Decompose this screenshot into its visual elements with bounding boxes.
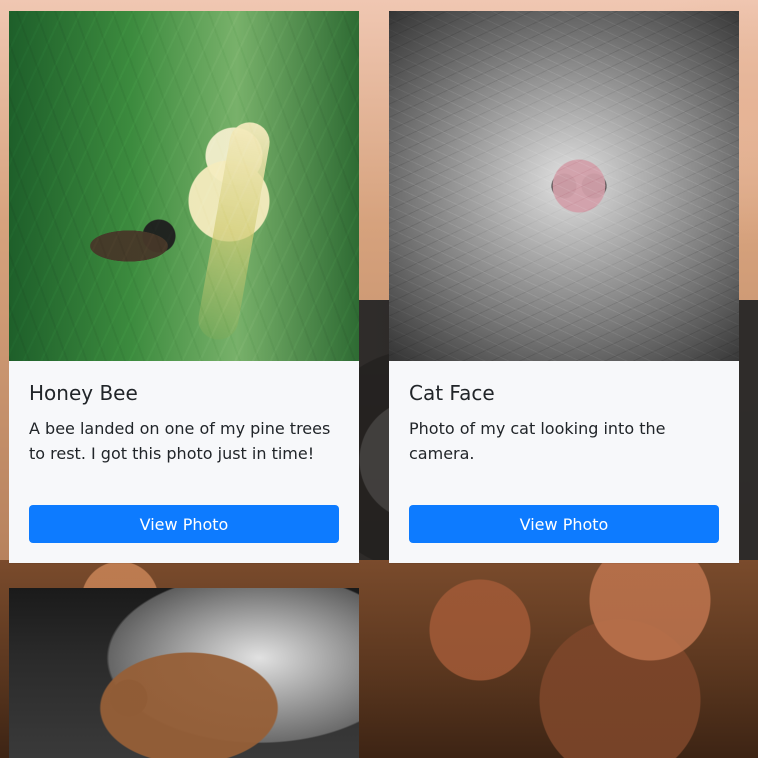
- card-body: Honey Bee A bee landed on one of my pine…: [9, 361, 359, 499]
- bee-photo-icon: [9, 11, 359, 361]
- card-title: Honey Bee: [29, 381, 138, 405]
- photo-card-honey-bee: Honey Bee A bee landed on one of my pine…: [9, 11, 359, 563]
- card-description: A bee landed on one of my pine trees to …: [29, 419, 331, 463]
- view-photo-button[interactable]: View Photo: [29, 505, 339, 543]
- dog-photo-tile: [9, 588, 359, 758]
- cat-photo-icon: [389, 11, 739, 361]
- card-description: Photo of my cat looking into the camera.: [409, 419, 666, 463]
- card-title: Cat Face: [409, 381, 495, 405]
- photo-card-cat-face: Cat Face Photo of my cat looking into th…: [389, 11, 739, 563]
- card-body: Cat Face Photo of my cat looking into th…: [389, 361, 739, 499]
- view-photo-button[interactable]: View Photo: [409, 505, 719, 543]
